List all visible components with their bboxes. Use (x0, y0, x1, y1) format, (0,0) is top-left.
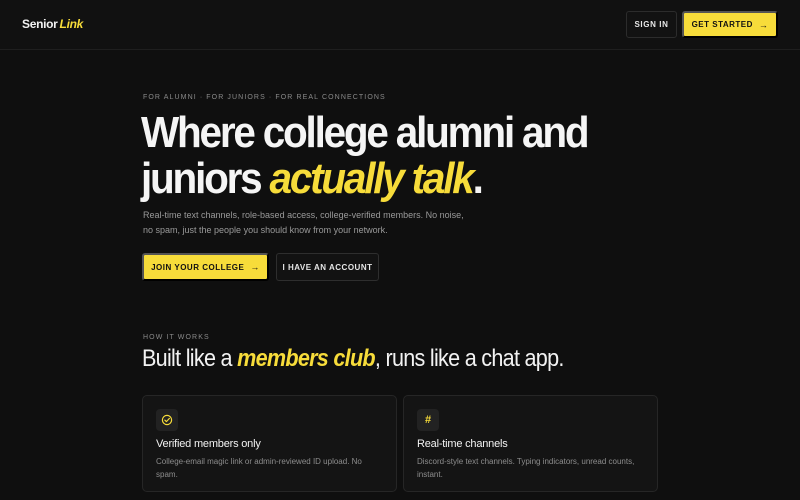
get-started-label: GET STARTED (691, 20, 753, 29)
feature-card-title: Verified members only (156, 438, 261, 450)
how-it-works-title: Built like a members club, runs like a c… (142, 345, 610, 373)
top-navigation-bar: Senior Link SIGN IN GET STARTED → (0, 0, 800, 50)
feature-card-channels: # Real-time channels Discord-style text … (403, 395, 658, 492)
hero-title-line-2-prefix: juniors (141, 154, 270, 203)
feature-card-title: Real-time channels (417, 438, 508, 450)
how-title-suffix: , runs like a chat app. (374, 345, 564, 372)
arrow-right-icon: → (250, 262, 260, 272)
sign-in-button[interactable]: SIGN IN (626, 11, 677, 38)
hero-title-suffix: . (472, 154, 484, 203)
feature-card-verified: Verified members only College-email magi… (142, 395, 397, 492)
hero-subtitle: Real-time text channels, role-based acce… (143, 210, 464, 235)
join-your-college-label: JOIN YOUR COLLEGE (151, 262, 245, 272)
feature-card-description: Discord-style text channels. Typing indi… (417, 457, 635, 479)
have-account-button[interactable]: I HAVE AN ACCOUNT (276, 253, 379, 281)
get-started-button[interactable]: GET STARTED → (682, 11, 778, 38)
how-it-works-eyebrow: HOW IT WORKS (143, 334, 210, 341)
feature-card-description: College-email magic link or admin-review… (156, 457, 362, 479)
how-title-highlight: members club (237, 345, 376, 372)
hero-title-line-1: Where college alumni and (141, 108, 590, 157)
brand-name: Senior (22, 17, 58, 31)
brand-name-accent: Link (59, 17, 84, 31)
hero-eyebrow: FOR ALUMNI · FOR JUNIORS · FOR REAL CONN… (143, 94, 386, 101)
arrow-right-icon: → (758, 19, 769, 30)
hero-title: Where college alumni and juniors actuall… (141, 110, 619, 202)
join-your-college-button[interactable]: JOIN YOUR COLLEGE → (142, 253, 269, 281)
how-title-prefix: Built like a (142, 345, 238, 372)
brand-logo[interactable]: Senior Link (22, 17, 83, 31)
check-circle-icon (156, 409, 178, 431)
hero-title-highlight: actually talk (269, 154, 475, 203)
hash-icon: # (417, 409, 439, 431)
